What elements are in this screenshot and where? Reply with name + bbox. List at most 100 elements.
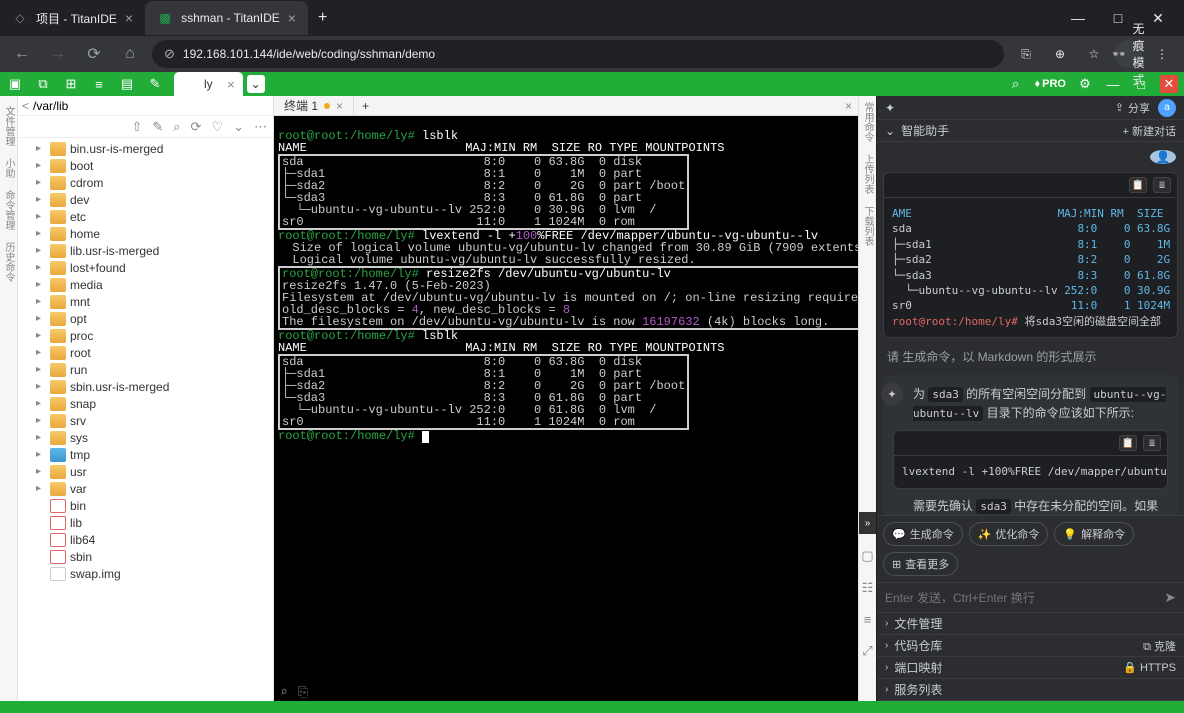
- accordion-item[interactable]: ›服务列表: [877, 679, 1184, 701]
- ide-minimize-button[interactable]: —: [1104, 75, 1122, 93]
- address-bar[interactable]: ⊘ 192.168.101.144/ide/web/coding/sshman/…: [152, 40, 1004, 68]
- filetree-toolbar-icon[interactable]: ✎: [152, 119, 163, 135]
- tree-item[interactable]: ▸tmp: [18, 446, 273, 463]
- ide-toolbar-icon[interactable]: ✎: [146, 75, 164, 93]
- tree-item[interactable]: ▸snap: [18, 395, 273, 412]
- new-tab-button[interactable]: +: [308, 9, 337, 27]
- tree-caret-icon[interactable]: ▸: [36, 313, 46, 324]
- home-button[interactable]: ⌂: [116, 40, 144, 68]
- tab-close-icon[interactable]: ×: [288, 10, 296, 26]
- terminal-add-button[interactable]: +: [354, 99, 377, 113]
- tree-item[interactable]: ▸proc: [18, 327, 273, 344]
- path-back-button[interactable]: <: [22, 99, 29, 113]
- ide-toolbar-icon[interactable]: ⊞: [62, 75, 80, 93]
- tree-item[interactable]: ▸run: [18, 361, 273, 378]
- filetree-toolbar-icon[interactable]: ♡: [211, 119, 223, 135]
- ide-tab-close[interactable]: ×: [227, 77, 235, 92]
- user-avatar-icon[interactable]: a: [1158, 99, 1176, 117]
- left-strip-item[interactable]: 命令管理: [1, 190, 16, 230]
- tree-item[interactable]: ▸media: [18, 276, 273, 293]
- tree-caret-icon[interactable]: ▸: [36, 398, 46, 409]
- search-icon[interactable]: ⌕: [1007, 75, 1025, 93]
- assistant-action-button[interactable]: 💡解释命令: [1054, 522, 1134, 546]
- tree-caret-icon[interactable]: ▸: [36, 364, 46, 375]
- tab-dropdown-button[interactable]: ⌄: [247, 75, 265, 93]
- tree-item[interactable]: swap.img: [18, 565, 273, 582]
- tree-caret-icon[interactable]: ▸: [36, 415, 46, 426]
- tree-item[interactable]: bin: [18, 497, 273, 514]
- path-input[interactable]: [33, 99, 269, 113]
- filetree-toolbar-icon[interactable]: ⇧: [131, 119, 142, 135]
- tree-caret-icon[interactable]: ▸: [36, 296, 46, 307]
- tree-caret-icon[interactable]: ▸: [36, 279, 46, 290]
- share-button[interactable]: ⇪分享: [1115, 100, 1150, 116]
- install-icon[interactable]: ⎘: [1012, 40, 1040, 68]
- tree-item[interactable]: ▸mnt: [18, 293, 273, 310]
- chat-body[interactable]: 👤 📋 ≣ AME MAJ:MIN RM SIZE sda 8:0 0 63.8…: [877, 142, 1184, 515]
- tab-close-icon[interactable]: ×: [125, 10, 133, 26]
- tree-item[interactable]: ▸home: [18, 225, 273, 242]
- browser-tab[interactable]: ▩sshman - TitanIDE×: [145, 1, 308, 35]
- tree-caret-icon[interactable]: ▸: [36, 177, 46, 188]
- tree-item[interactable]: ▸srv: [18, 412, 273, 429]
- send-button[interactable]: ➤: [1164, 589, 1176, 606]
- tree-caret-icon[interactable]: ▸: [36, 160, 46, 171]
- left-strip-item[interactable]: 历史命令: [1, 242, 16, 282]
- filetree-toolbar-icon[interactable]: ⋯: [254, 119, 267, 135]
- browser-menu-button[interactable]: ⋮: [1148, 40, 1176, 68]
- window-maximize-button[interactable]: □: [1102, 4, 1134, 32]
- tree-item[interactable]: ▸bin.usr-is-merged: [18, 140, 273, 157]
- assistant-collapse-icon[interactable]: ⌄: [885, 124, 895, 138]
- tree-item[interactable]: ▸usr: [18, 463, 273, 480]
- tree-item[interactable]: ▸lib.usr-is-merged: [18, 242, 273, 259]
- tree-caret-icon[interactable]: ▸: [36, 347, 46, 358]
- window-close-button[interactable]: ✕: [1142, 4, 1174, 32]
- accordion-item[interactable]: ›端口映射🔒 HTTPS: [877, 657, 1184, 679]
- tree-caret-icon[interactable]: ▸: [36, 483, 46, 494]
- expand-sidebar-button[interactable]: »: [859, 512, 877, 534]
- assistant-action-button[interactable]: 💬生成命令: [883, 522, 963, 546]
- format-code-button[interactable]: ≣: [1153, 177, 1171, 193]
- accordion-item[interactable]: ›代码仓库⧉ 克隆: [877, 635, 1184, 657]
- tree-caret-icon[interactable]: ▸: [36, 432, 46, 443]
- tree-item[interactable]: lib64: [18, 531, 273, 548]
- tree-item[interactable]: ▸dev: [18, 191, 273, 208]
- tree-caret-icon[interactable]: ▸: [36, 228, 46, 239]
- tree-caret-icon[interactable]: ▸: [36, 211, 46, 222]
- accordion-right-label[interactable]: 🔒 HTTPS: [1123, 661, 1176, 674]
- ide-toolbar-icon[interactable]: ▣: [6, 75, 24, 93]
- site-info-icon[interactable]: ⊘: [164, 46, 175, 62]
- terminal-tab-1[interactable]: 终端 1 ×: [274, 96, 354, 115]
- ide-tab-active[interactable]: ly ×: [174, 72, 243, 96]
- tree-item[interactable]: ▸opt: [18, 310, 273, 327]
- tree-item[interactable]: ▸sys: [18, 429, 273, 446]
- ide-toolbar-icon[interactable]: ▤: [118, 75, 136, 93]
- tree-caret-icon[interactable]: ▸: [36, 194, 46, 205]
- settings-icon[interactable]: ⚙: [1076, 75, 1094, 93]
- assistant-action-button[interactable]: ⊞查看更多: [883, 552, 958, 576]
- tree-item[interactable]: ▸boot: [18, 157, 273, 174]
- tree-caret-icon[interactable]: ▸: [36, 262, 46, 273]
- tree-item[interactable]: ▸lost+found: [18, 259, 273, 276]
- tree-item[interactable]: ▸root: [18, 344, 273, 361]
- ide-toolbar-icon[interactable]: ⧉: [34, 75, 52, 93]
- tree-caret-icon[interactable]: ▸: [36, 466, 46, 477]
- pro-badge[interactable]: PRO: [1035, 78, 1066, 90]
- file-tree[interactable]: ▸bin.usr-is-merged▸boot▸cdrom▸dev▸etc▸ho…: [18, 138, 273, 701]
- format-code-button[interactable]: ≣: [1143, 435, 1161, 451]
- right-strip-item[interactable]: 上传列表: [860, 154, 875, 194]
- assistant-action-button[interactable]: ✨优化命令: [969, 522, 1049, 546]
- right-strip-item[interactable]: 常用命令: [860, 102, 875, 142]
- filetree-toolbar-icon[interactable]: ⟳: [191, 119, 202, 135]
- browser-tab[interactable]: ◇项目 - TitanIDE×: [0, 1, 145, 35]
- incognito-badge[interactable]: 👓 无痕模式: [1114, 40, 1142, 68]
- bookmark-icon[interactable]: ☆: [1080, 40, 1108, 68]
- tree-item[interactable]: ▸cdrom: [18, 174, 273, 191]
- reload-button[interactable]: ⟳: [80, 40, 108, 68]
- extensions-icon[interactable]: ⊕: [1046, 40, 1074, 68]
- tree-item[interactable]: ▸sbin.usr-is-merged: [18, 378, 273, 395]
- ide-maximize-button[interactable]: □: [1132, 75, 1150, 93]
- tree-caret-icon[interactable]: ▸: [36, 245, 46, 256]
- accordion-item[interactable]: ›文件管理: [877, 613, 1184, 635]
- copy-code-button[interactable]: 📋: [1129, 177, 1147, 193]
